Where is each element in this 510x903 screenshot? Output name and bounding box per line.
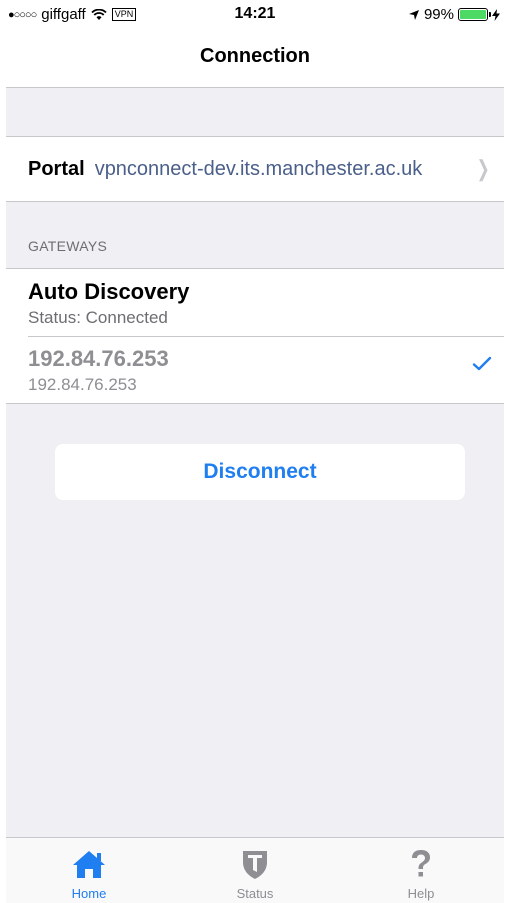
tab-status[interactable]: Status bbox=[172, 838, 338, 903]
gateway-ip-item[interactable]: 192.84.76.253 192.84.76.253 bbox=[6, 336, 504, 403]
gateway-address: 192.84.76.253 bbox=[28, 375, 137, 394]
tab-bar: Home Status Help bbox=[6, 837, 504, 903]
checkmark-icon bbox=[472, 356, 492, 371]
gateway-auto-discovery[interactable]: Auto Discovery Status: Connected bbox=[6, 269, 504, 336]
tab-label: Help bbox=[407, 886, 435, 901]
location-arrow-icon bbox=[408, 9, 419, 20]
charging-bolt-icon bbox=[492, 8, 500, 21]
tab-label: Home bbox=[71, 886, 107, 901]
page-title: Connection bbox=[200, 45, 310, 67]
portal-label: Portal bbox=[28, 157, 85, 180]
connection-screen: ●○○○○ giffgaff VPN 14:21 99% Connection bbox=[6, 0, 504, 903]
gateway-title: Auto Discovery bbox=[28, 279, 190, 304]
status-right: 99% bbox=[408, 6, 500, 23]
tab-label: Status bbox=[236, 886, 274, 901]
portal-address: vpnconnect-dev.its.manchester.ac.uk bbox=[94, 157, 423, 180]
shield-icon bbox=[237, 848, 273, 880]
status-bar: ●○○○○ giffgaff VPN 14:21 99% bbox=[6, 0, 504, 30]
gateway-status: Status: Connected bbox=[28, 308, 168, 327]
battery-icon bbox=[458, 8, 491, 21]
gateway-list: Auto Discovery Status: Connected 192.84.… bbox=[6, 268, 504, 404]
disconnect-button[interactable]: Disconnect bbox=[55, 444, 465, 500]
gateway-title: 192.84.76.253 bbox=[28, 346, 169, 371]
help-icon bbox=[403, 848, 439, 880]
chevron-right-icon: ❯ bbox=[476, 156, 490, 181]
tab-help[interactable]: Help bbox=[338, 838, 504, 903]
tab-home[interactable]: Home bbox=[6, 838, 172, 903]
navigation-bar: Connection bbox=[6, 30, 504, 88]
gateways-section-header: GATEWAYS bbox=[28, 238, 108, 254]
home-icon bbox=[71, 848, 107, 880]
portal-row[interactable]: Portal vpnconnect-dev.its.manchester.ac.… bbox=[6, 136, 504, 202]
battery-level bbox=[460, 10, 486, 19]
battery-percent: 99% bbox=[423, 6, 454, 23]
